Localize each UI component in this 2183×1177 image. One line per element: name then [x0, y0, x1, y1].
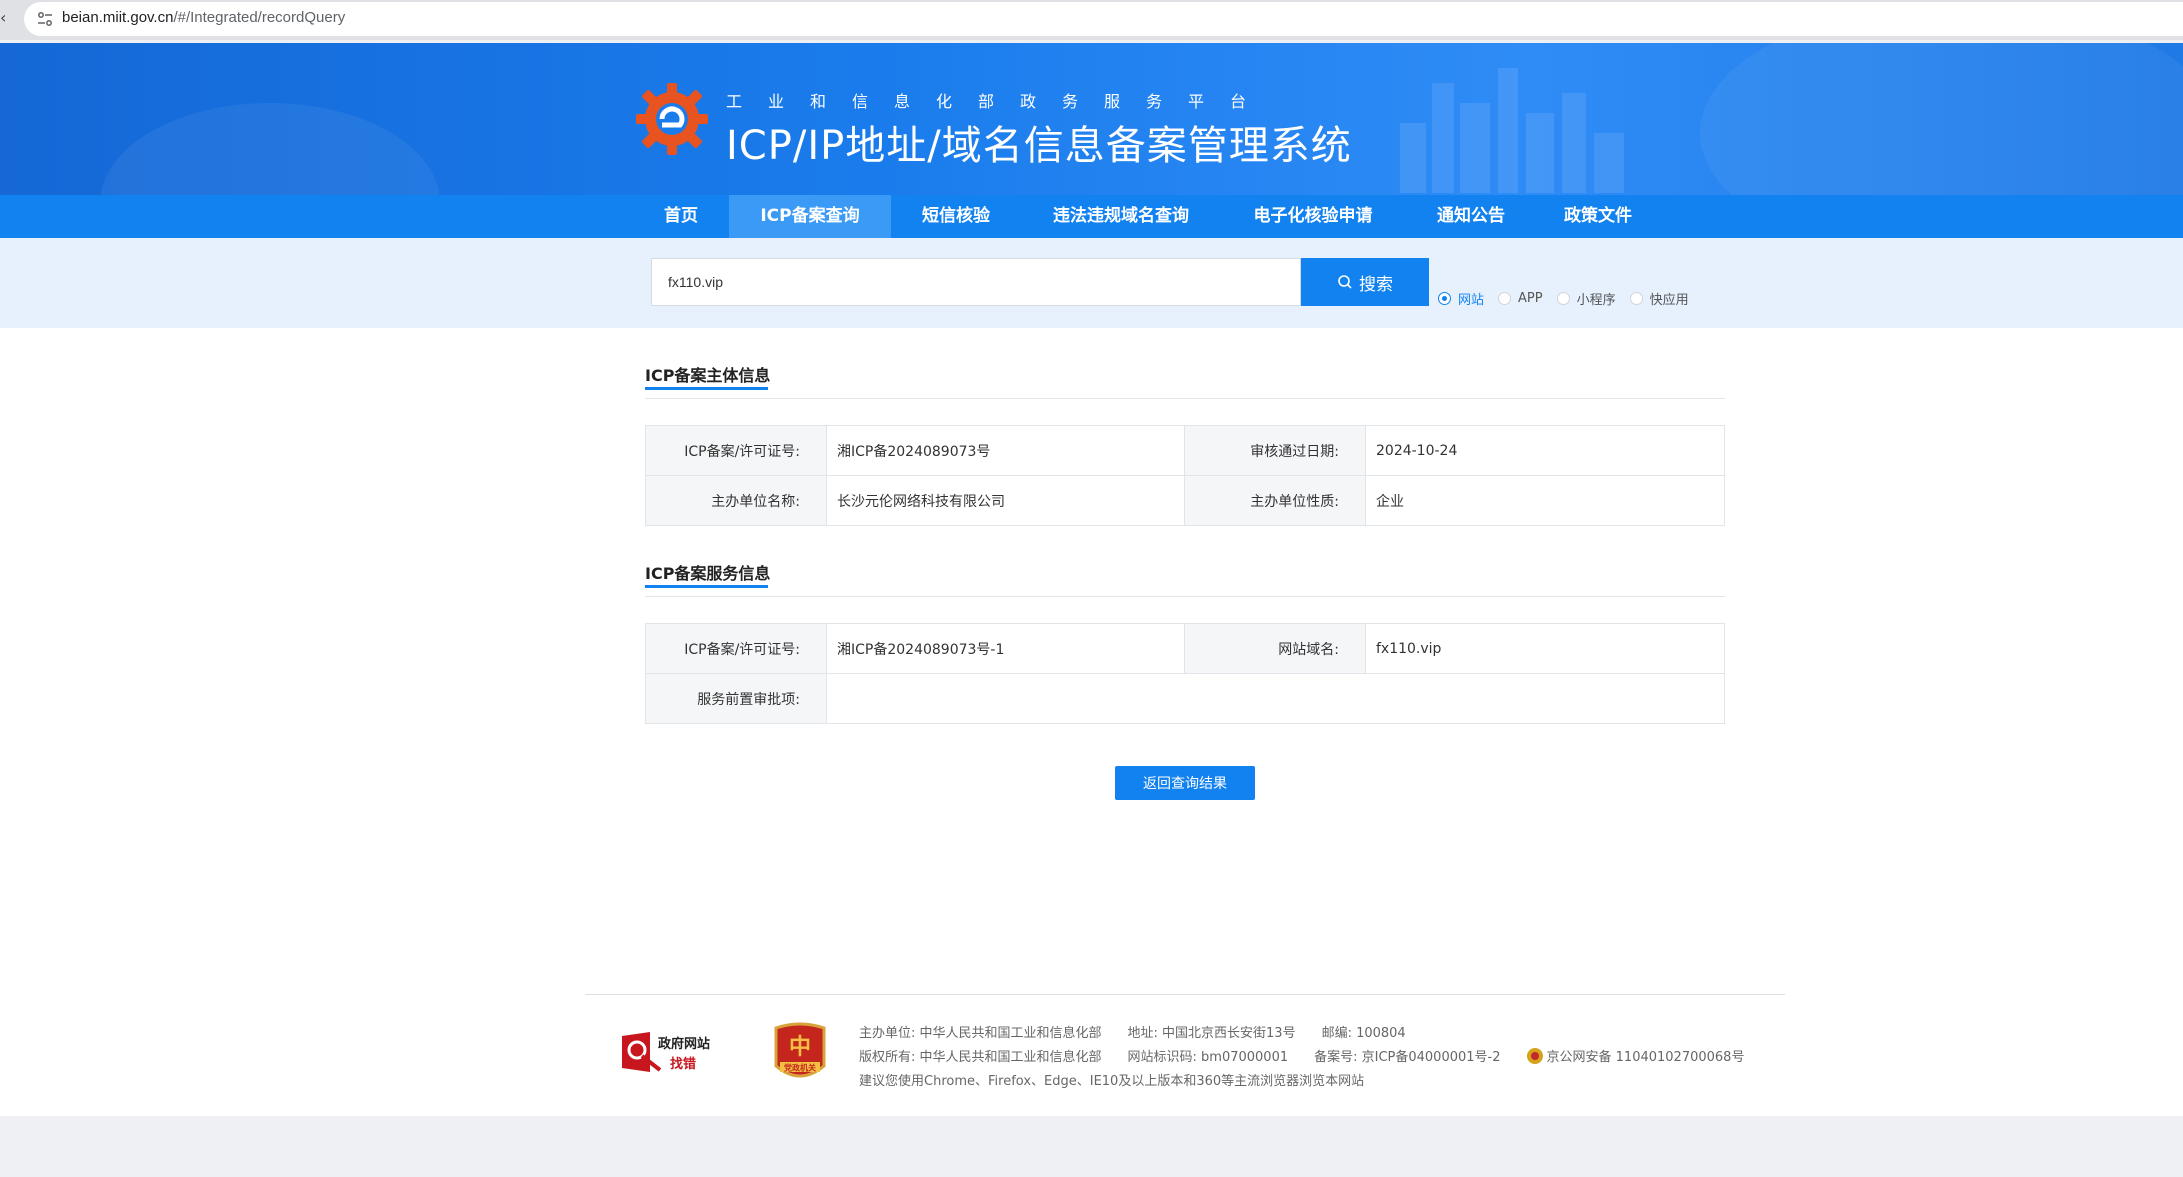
gov-badge-line2: 找错 [670, 1056, 696, 1072]
entity-nature-value: 企业 [1365, 475, 1725, 526]
platform-subtitle: 工业和信息化部政务服务平台 [726, 92, 1273, 111]
footer-police-record-link[interactable]: 京公网安备 11040102700068号 [1547, 1050, 1745, 1065]
radio-website[interactable]: 网站 [1438, 289, 1484, 308]
nav-item-electronic-verify[interactable]: 电子化核验申请 [1237, 195, 1389, 238]
nav-item-icp-query[interactable]: ICP备案查询 [729, 195, 891, 238]
radio-unchecked-icon [1629, 291, 1643, 305]
search-input[interactable] [651, 258, 1301, 306]
table-row: ICP备案/许可证号: 湘ICP备2024089073号 审核通过日期: 202… [645, 425, 1725, 476]
radio-label: APP [1518, 290, 1543, 306]
radio-app[interactable]: APP [1498, 291, 1543, 306]
nav-item-home[interactable]: 首页 [645, 195, 717, 238]
footer-copyright-text: 版权所有: 中华人民共和国工业和信息化部 网站标识码: bm07000001 备… [859, 1050, 1527, 1065]
nav-item-policies[interactable]: 政策文件 [1552, 195, 1644, 238]
radio-checked-icon [1438, 291, 1451, 305]
radio-quick-app[interactable]: 快应用 [1629, 289, 1689, 308]
service-approval-label: 服务前置审批项: [645, 673, 827, 724]
nav-item-illegal-domain[interactable]: 违法违规域名查询 [1037, 195, 1205, 238]
entity-license-value: 湘ICP备2024089073号 [826, 425, 1185, 476]
page-bottom-background [0, 1116, 2183, 1177]
service-domain-label: 网站域名: [1184, 623, 1366, 674]
system-title: ICP/IP地址/域名信息备案管理系统 [726, 123, 1352, 169]
service-section-divider [645, 596, 1725, 597]
emblem-icon: 中 [789, 1034, 811, 1060]
url-field[interactable]: beian.miit.gov.cn/#/Integrated/recordQue… [24, 2, 2183, 36]
radio-label: 网站 [1458, 292, 1485, 308]
service-license-label: ICP备案/许可证号: [645, 623, 827, 674]
nav-item-sms-verify[interactable]: 短信核验 [905, 195, 1007, 238]
gov-badge-line1: 政府网站 [658, 1036, 710, 1052]
site-settings-icon[interactable] [36, 10, 54, 28]
service-domain-value: fx110.vip [1365, 623, 1725, 674]
gov-website-error-report-badge[interactable]: 政府网站 找错 [620, 1028, 730, 1078]
table-row: 服务前置审批项: [645, 673, 1725, 724]
entity-section-divider [645, 398, 1725, 399]
footer-line-host: 主办单位: 中华人民共和国工业和信息化部 地址: 中国北京西长安街13号 邮编:… [859, 1026, 1406, 1041]
banner-buildings-decoration [1380, 63, 1640, 193]
search-type-group: 网站 APP 小程序 快应用 [1438, 288, 1703, 308]
service-approval-value [826, 673, 1725, 724]
url-text: beian.miit.gov.cn/#/Integrated/recordQue… [62, 9, 345, 26]
search-button[interactable]: 搜索 [1301, 258, 1429, 306]
url-path: /#/Integrated/recordQuery [173, 9, 346, 26]
service-info-table: ICP备案/许可证号: 湘ICP备2024089073号-1 网站域名: fx1… [645, 623, 1725, 724]
banner-decoration [1700, 43, 2183, 195]
footer-line-copyright: 版权所有: 中华人民共和国工业和信息化部 网站标识码: bm07000001 备… [859, 1046, 1744, 1065]
radio-label: 快应用 [1649, 292, 1689, 308]
browser-address-bar: ‹ beian.miit.gov.cn/#/Integrated/recordQ… [0, 0, 2183, 40]
party-government-badge[interactable]: 中 党政机关 [772, 1022, 828, 1084]
footer-divider [585, 994, 1785, 995]
service-section-title: ICP备案服务信息 [645, 564, 771, 583]
police-badge-icon [1526, 1048, 1543, 1064]
back-arrow-icon[interactable]: ‹ [0, 8, 6, 27]
table-row: ICP备案/许可证号: 湘ICP备2024089073号-1 网站域名: fx1… [645, 623, 1725, 674]
back-to-results-button[interactable]: 返回查询结果 [1115, 766, 1255, 800]
entity-license-label: ICP备案/许可证号: [645, 425, 827, 476]
url-host: beian.miit.gov.cn [62, 9, 174, 26]
miit-logo-icon [636, 83, 708, 155]
entity-org-value: 长沙元伦网络科技有限公司 [826, 475, 1185, 526]
header-banner: 工业和信息化部政务服务平台 ICP/IP地址/域名信息备案管理系统 [0, 43, 2183, 195]
party-badge-text: 党政机关 [784, 1063, 816, 1073]
banner-decoration [100, 103, 440, 195]
search-area: 搜索 网站 APP 小程序 快应用 [0, 238, 2183, 328]
entity-section-title: ICP备案主体信息 [645, 366, 771, 385]
radio-mini-program[interactable]: 小程序 [1556, 289, 1616, 308]
entity-date-value: 2024-10-24 [1365, 425, 1725, 476]
nav-item-notices[interactable]: 通知公告 [1425, 195, 1517, 238]
main-nav: 首页 ICP备案查询 短信核验 违法违规域名查询 电子化核验申请 通知公告 政策… [0, 195, 2183, 238]
service-license-value: 湘ICP备2024089073号-1 [826, 623, 1185, 674]
entity-nature-label: 主办单位性质: [1184, 475, 1366, 526]
service-section-underline [645, 585, 768, 588]
entity-org-label: 主办单位名称: [645, 475, 827, 526]
radio-unchecked-icon [1498, 291, 1512, 305]
entity-date-label: 审核通过日期: [1184, 425, 1366, 476]
radio-unchecked-icon [1556, 291, 1570, 305]
footer-line-browser-advice: 建议您使用Chrome、Firefox、Edge、IE10及以上版本和360等主… [859, 1074, 1365, 1089]
search-icon [1338, 275, 1352, 289]
search-button-label: 搜索 [1359, 274, 1393, 295]
radio-label: 小程序 [1576, 292, 1616, 308]
table-row: 主办单位名称: 长沙元伦网络科技有限公司 主办单位性质: 企业 [645, 475, 1725, 526]
entity-section-underline [645, 387, 768, 390]
entity-info-table: ICP备案/许可证号: 湘ICP备2024089073号 审核通过日期: 202… [645, 425, 1725, 526]
record-detail-content: ICP备案主体信息 ICP备案/许可证号: 湘ICP备2024089073号 审… [0, 328, 2183, 1116]
